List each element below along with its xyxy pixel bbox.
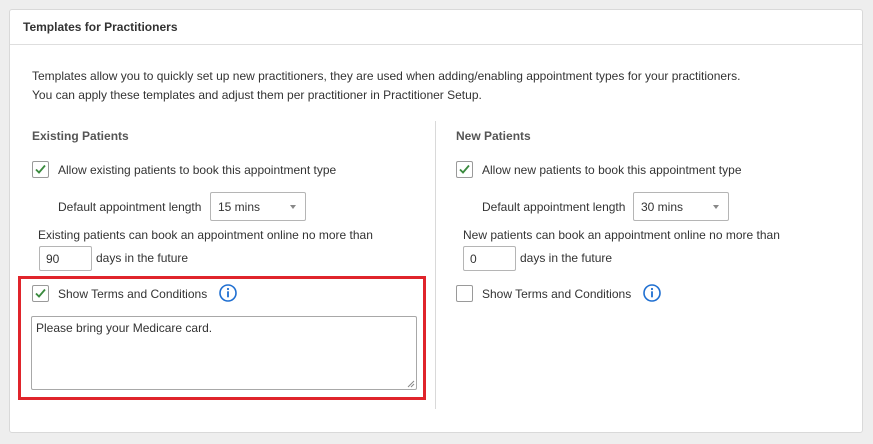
existing-future-input[interactable]: 90	[39, 246, 92, 271]
checkmark-icon	[459, 164, 470, 174]
caret-down-icon	[713, 205, 719, 209]
panel-header: Templates for Practitioners	[10, 10, 862, 45]
allow-new-label: Allow new patients to book this appointm…	[482, 163, 742, 177]
section-title-new: New Patients	[456, 129, 531, 143]
show-terms-new-checkbox[interactable]	[456, 285, 473, 302]
column-divider	[435, 121, 436, 409]
existing-days-label: days in the future	[96, 251, 189, 265]
intro-line-1: Templates allow you to quickly set up ne…	[32, 69, 741, 83]
existing-length-label: Default appointment length	[58, 200, 202, 214]
show-terms-new-label: Show Terms and Conditions	[482, 287, 632, 301]
intro-line-2: You can apply these templates and adjust…	[32, 88, 482, 102]
allow-existing-label: Allow existing patients to book this app…	[58, 163, 337, 177]
info-circle-icon[interactable]	[643, 284, 661, 302]
new-future-label: New patients can book an appointment onl…	[463, 228, 780, 242]
allow-existing-checkbox[interactable]	[32, 161, 49, 178]
checkmark-icon	[35, 164, 46, 174]
panel-title: Templates for Practitioners	[23, 20, 178, 34]
allow-new-checkbox[interactable]	[456, 161, 473, 178]
intro-text: Templates allow you to quickly set up ne…	[32, 67, 832, 105]
new-length-label: Default appointment length	[482, 200, 626, 214]
terms-textarea-value: Please bring your Medicare card.	[36, 321, 213, 335]
caret-down-icon	[290, 205, 296, 209]
new-length-value: 30 mins	[641, 200, 684, 214]
new-future-input[interactable]: 0	[463, 246, 516, 271]
resize-grip-icon[interactable]	[407, 380, 415, 388]
new-length-select[interactable]: 30 mins	[633, 192, 729, 221]
terms-textarea[interactable]: Please bring your Medicare card.	[31, 316, 417, 390]
existing-future-label: Existing patients can book an appointmen…	[38, 228, 373, 242]
templates-panel: Templates for Practitioners Templates al…	[9, 9, 863, 433]
existing-length-value: 15 mins	[218, 200, 261, 214]
existing-length-select[interactable]: 15 mins	[210, 192, 306, 221]
section-title-existing: Existing Patients	[32, 129, 129, 143]
new-days-label: days in the future	[520, 251, 613, 265]
